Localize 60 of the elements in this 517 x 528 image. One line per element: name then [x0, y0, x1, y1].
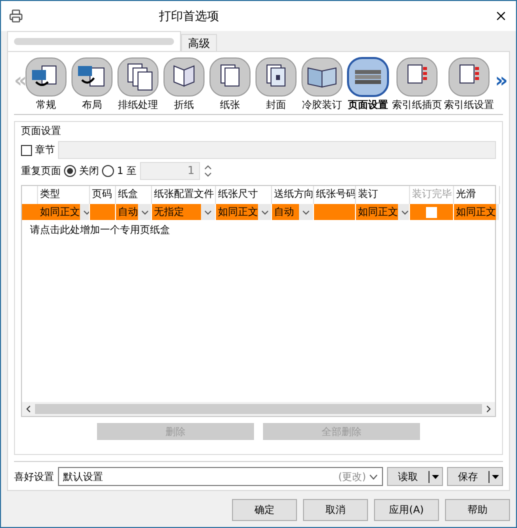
scroll-right-icon[interactable] — [484, 405, 492, 413]
checkbox-label: 章节 — [35, 144, 55, 157]
dropdown-cell[interactable]: 如同正文 — [216, 204, 272, 220]
feature-label: 纸张 — [220, 98, 240, 112]
dialog-button[interactable]: 取消 — [303, 499, 368, 521]
feature-label: 布局 — [82, 99, 102, 112]
feature-icon[interactable] — [254, 56, 298, 98]
window-title: 打印首选项 — [159, 8, 220, 24]
feature-label: 页面设置 — [348, 98, 388, 112]
radio-label: 1 至 — [117, 165, 137, 178]
feature-label: 索引纸插页 — [392, 98, 442, 112]
favorites-select[interactable]: 默认设置 (更改) — [58, 467, 383, 486]
split-button[interactable]: 保存 — [447, 467, 503, 486]
dropdown-cell[interactable]: 自动 — [116, 204, 152, 220]
close-icon[interactable] — [494, 9, 508, 23]
table-cell — [314, 204, 356, 220]
feature-icon[interactable] — [300, 56, 344, 98]
row-header — [22, 204, 38, 220]
radio-label: 关闭 — [79, 164, 99, 178]
dialog-button[interactable]: 确定 — [232, 499, 297, 521]
repeat-label: 重复页面 — [21, 164, 61, 178]
feature-label: 索引纸设置 — [444, 98, 494, 112]
feature-icon[interactable] — [395, 56, 439, 98]
dropdown-cell[interactable]: 如同正文 — [356, 204, 410, 220]
printer-icon — [9, 9, 23, 23]
cell-checkbox[interactable] — [426, 206, 437, 218]
radio-button[interactable] — [102, 165, 114, 177]
dropdown-cell[interactable]: 如同正文 — [454, 204, 500, 220]
dialog-button[interactable]: 帮助 — [445, 499, 510, 521]
feature-icon[interactable] — [447, 56, 491, 98]
number-field: 1 — [140, 162, 200, 180]
chevron-down-icon — [369, 474, 378, 480]
add-tray-hint[interactable]: 请点击此处增加一个专用页纸盒 — [22, 220, 495, 240]
dropdown-arrow-icon[interactable] — [428, 470, 440, 482]
chapter-checkbox[interactable] — [21, 144, 32, 156]
table-cell — [90, 204, 116, 220]
feature-label: 冷胶装订 — [302, 98, 342, 112]
feature-label: 排纸处理 — [118, 98, 158, 112]
feature-label: 折纸 — [174, 99, 194, 112]
dialog-button[interactable]: 应用(A) — [374, 499, 439, 521]
group-title: 页面设置 — [21, 124, 62, 138]
split-button[interactable]: 读取 — [387, 467, 443, 486]
favorites-label: 喜好设置 — [14, 470, 54, 484]
feature-icon[interactable] — [24, 56, 68, 98]
feature-icon[interactable] — [208, 56, 252, 98]
dropdown-cell[interactable]: 如同正文 — [38, 204, 90, 220]
radio-button[interactable] — [64, 165, 76, 177]
feature-icon[interactable] — [346, 56, 390, 98]
scroll-left-icon[interactable] — [25, 405, 33, 413]
feature-icon[interactable] — [70, 56, 114, 98]
feature-label: 常规 — [36, 98, 56, 112]
dropdown-cell[interactable]: 无指定 — [152, 204, 216, 220]
dropdown-arrow-icon[interactable] — [488, 470, 500, 482]
feature-label: 封面 — [266, 98, 286, 112]
dropdown-cell[interactable]: 自动 — [272, 204, 314, 220]
feature-icon[interactable] — [116, 56, 160, 98]
feature-icon[interactable] — [162, 56, 206, 98]
horizontal-scrollbar[interactable] — [22, 402, 495, 416]
next-arrow[interactable]: » — [495, 68, 504, 92]
tab[interactable]: 高级 — [181, 34, 217, 51]
